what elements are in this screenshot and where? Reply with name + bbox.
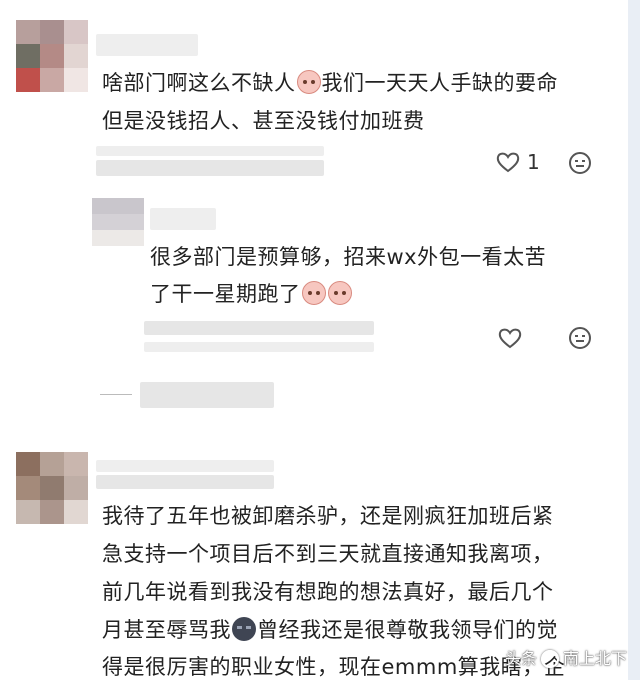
author-logo-icon <box>541 650 560 668</box>
expand-replies-blurred[interactable] <box>140 382 274 408</box>
meta-blurred <box>144 321 374 335</box>
comment-text: 了干一星期跑了 <box>150 278 353 310</box>
username-blurred[interactable] <box>96 460 274 472</box>
comment-text-line: 前几年说看到我没有想跑的想法真好，最后几个 <box>102 580 554 604</box>
meta-blurred <box>96 146 324 156</box>
comment-text-line: 曾经我还是很尊敬我领导们的觉 <box>257 618 558 642</box>
comment-text-line: 很多部门是预算够，招来wx外包一看太苦 <box>150 245 547 269</box>
emoji-reply-icon[interactable] <box>568 151 592 175</box>
meta-blurred <box>96 160 324 176</box>
crying-face-icon <box>296 70 321 94</box>
comment-text: 啥部门啊这么不缺人 我们一天天人手缺的要命 <box>102 67 558 99</box>
dark-face-icon <box>232 617 256 641</box>
avatar[interactable] <box>92 198 144 246</box>
watermark-prefix: 头条 <box>505 649 538 668</box>
comment-text-line: 但是没钱招人、甚至没钱付加班费 <box>102 109 425 133</box>
like-count: 1 <box>527 150 540 174</box>
username-blurred[interactable] <box>150 208 216 230</box>
username-blurred[interactable] <box>96 34 198 56</box>
watermark-author: 南上北下 <box>563 649 628 668</box>
heart-icon[interactable] <box>498 327 522 349</box>
emoji-reply-icon[interactable] <box>568 326 592 350</box>
watermark: 头条 南上北下 <box>505 645 627 669</box>
comment-text-line: 我待了五年也被卸磨杀驴，还是刚疯狂加班后紧 <box>102 504 554 528</box>
expand-replies-line <box>100 394 132 395</box>
comment-text-line: 得是很厉害的职业女性，现在emmm算我瞎，企 <box>102 655 566 679</box>
comment-text-line: 啥部门啊这么不缺人 <box>102 71 296 95</box>
avatar[interactable] <box>16 20 88 92</box>
heart-icon[interactable] <box>496 151 520 173</box>
right-edge-bar <box>628 0 640 680</box>
crying-face-icon <box>327 281 352 305</box>
comment-text-line: 急支持一个项目后不到三天就直接通知我离项， <box>102 542 554 566</box>
comment-text-line: 我们一天天人手缺的要命 <box>321 71 558 95</box>
meta-blurred <box>144 342 374 352</box>
comment-text-line: 月甚至辱骂我 <box>102 618 231 642</box>
crying-face-icon <box>301 281 326 305</box>
username-blurred[interactable] <box>96 475 274 489</box>
avatar[interactable] <box>16 452 88 524</box>
comment-text-line: 了干一星期跑了 <box>150 282 301 306</box>
comment-text: 月甚至辱骂我 曾经我还是很尊敬我领导们的觉 <box>102 614 558 646</box>
